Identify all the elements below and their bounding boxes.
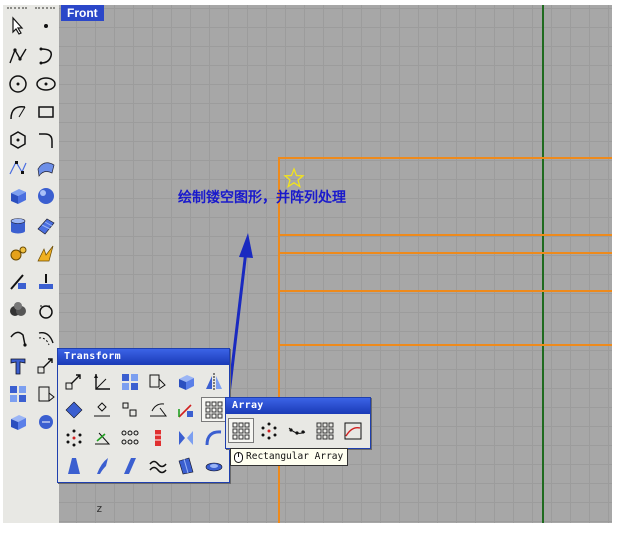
array-title[interactable]: Array <box>226 398 370 414</box>
curve-vertical[interactable] <box>278 158 280 526</box>
bend-icon[interactable] <box>145 397 171 422</box>
array-surface-icon[interactable] <box>312 418 338 443</box>
control-point-curve-icon[interactable] <box>5 155 31 181</box>
transform-icon[interactable] <box>33 353 59 379</box>
array-crv-on-srf-icon[interactable] <box>340 418 366 443</box>
twist-icon[interactable] <box>145 425 171 450</box>
block-icon[interactable] <box>5 409 31 435</box>
polyline-icon[interactable] <box>5 43 31 69</box>
toolbar-grip-2[interactable] <box>35 7 55 12</box>
transform-toolbar[interactable]: Transform <box>57 348 230 483</box>
diamond-icon[interactable] <box>61 397 87 422</box>
shear-icon[interactable] <box>89 425 115 450</box>
flow-icon[interactable] <box>117 425 143 450</box>
text-icon[interactable] <box>5 353 31 379</box>
array-curve-icon[interactable] <box>284 418 310 443</box>
star-marker-icon <box>283 167 305 188</box>
annotation-text: 绘制镂空图形，并阵列处理 <box>178 190 346 206</box>
rotate-curve-icon[interactable] <box>5 325 31 351</box>
screenshot-edge-right <box>612 0 630 537</box>
point-icon[interactable] <box>33 13 59 39</box>
surface-icon[interactable] <box>33 155 59 181</box>
fillet-icon[interactable] <box>33 127 59 153</box>
stretch-icon[interactable] <box>89 453 115 478</box>
screenshot-edge-bottom <box>0 523 630 537</box>
polar-array-icon[interactable] <box>256 418 282 443</box>
split-icon[interactable] <box>5 269 31 295</box>
arc-icon[interactable] <box>5 99 31 125</box>
array-grid-icon[interactable] <box>201 397 227 422</box>
boolean-icon[interactable] <box>33 241 59 267</box>
cylinder-icon[interactable] <box>5 213 31 239</box>
boolean-union-icon[interactable] <box>5 297 31 323</box>
array-toolbar[interactable]: Array <box>225 397 371 449</box>
array-icon[interactable] <box>117 369 143 394</box>
offset-curve-icon[interactable] <box>33 325 59 351</box>
splop-icon[interactable] <box>201 425 227 450</box>
curve-icon[interactable] <box>33 43 59 69</box>
wave-icon[interactable] <box>145 453 171 478</box>
flip-icon[interactable] <box>201 369 227 394</box>
main-toolbar <box>3 5 60 525</box>
scale-icon[interactable] <box>89 369 115 394</box>
project-icon[interactable] <box>117 453 143 478</box>
curve-line-2[interactable] <box>278 234 615 236</box>
plane-surface-icon[interactable] <box>33 213 59 239</box>
axis-label-z: z <box>96 502 103 515</box>
orient-icon[interactable] <box>173 397 199 422</box>
align-icon[interactable] <box>117 397 143 422</box>
offset-icon[interactable] <box>33 297 59 323</box>
app-window: Front 绘制镂空图形，并阵列处理 z Transform Array Rec… <box>0 0 630 537</box>
rotate-3d-icon[interactable] <box>89 397 115 422</box>
curve-line-5[interactable] <box>278 344 615 346</box>
box-3d-icon[interactable] <box>173 369 199 394</box>
tooltip-text: Rectangular Array <box>246 451 344 462</box>
ellipse-icon[interactable] <box>33 71 59 97</box>
mouse-icon <box>234 451 243 463</box>
world-axis-line <box>542 5 544 526</box>
transform-title[interactable]: Transform <box>58 349 229 365</box>
toolbar-grip[interactable] <box>7 7 27 12</box>
rectangular-array-icon[interactable] <box>228 418 254 443</box>
smash-icon[interactable] <box>201 453 227 478</box>
move-icon[interactable] <box>61 369 87 394</box>
cage-icon[interactable] <box>173 453 199 478</box>
polar-icon[interactable] <box>61 425 87 450</box>
extend-icon[interactable] <box>33 269 59 295</box>
select-arrow-icon[interactable] <box>5 13 31 39</box>
taper-icon[interactable] <box>61 453 87 478</box>
tooltip: Rectangular Array <box>230 448 349 466</box>
polygon-icon[interactable] <box>5 127 31 153</box>
sphere-icon[interactable] <box>33 183 59 209</box>
mirror-icon[interactable] <box>145 369 171 394</box>
rectangle-icon[interactable] <box>33 99 59 125</box>
group-icon[interactable] <box>5 381 31 407</box>
circle-icon[interactable] <box>5 71 31 97</box>
explode-gear-icon[interactable] <box>5 241 31 267</box>
dimension-icon[interactable] <box>33 381 59 407</box>
mirror-plane-icon[interactable] <box>173 425 199 450</box>
render-icon[interactable] <box>33 409 59 435</box>
box-icon[interactable] <box>5 183 31 209</box>
curve-line-1[interactable] <box>278 157 615 159</box>
curve-line-4[interactable] <box>278 290 615 292</box>
viewport-title[interactable]: Front <box>61 5 104 21</box>
curve-line-3[interactable] <box>278 252 615 254</box>
